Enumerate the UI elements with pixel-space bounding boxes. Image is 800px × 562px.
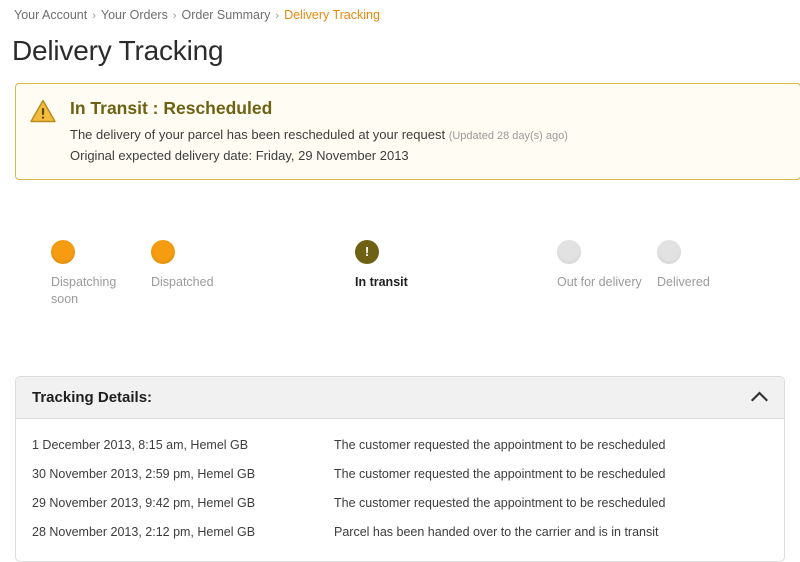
tracking-details-panel: Tracking Details: 1 December 2013, 8:15 … — [15, 376, 785, 562]
tracking-event-description: Parcel has been handed over to the carri… — [334, 525, 659, 539]
breadcrumb-separator: › — [172, 10, 177, 22]
alert-original-date: Original expected delivery date: Friday,… — [70, 148, 409, 163]
tracker-step-marker-current: ! — [355, 240, 379, 264]
tracking-details-header[interactable]: Tracking Details: — [16, 377, 784, 419]
breadcrumb-link-your-orders[interactable]: Your Orders — [101, 8, 168, 22]
tracking-event-date: 30 November 2013, 2:59 pm, Hemel GB — [32, 467, 256, 481]
alert-message-text: The delivery of your parcel has been res… — [70, 127, 446, 142]
table-row: 30 November 2013, 2:59 pm, Hemel GB The c… — [16, 460, 784, 489]
tracking-event-date: 29 November 2013, 9:42 pm, Hemel GB — [32, 496, 256, 510]
tracker-step-label: Out for delivery — [557, 275, 642, 289]
breadcrumb-separator: › — [92, 10, 96, 22]
tracking-event-description: The customer requested the appointment t… — [334, 467, 666, 481]
tracker-step-label: Delivered — [657, 275, 710, 289]
tracking-details-title: Tracking Details: — [32, 389, 153, 406]
status-alert: In Transit : Rescheduled The delivery of… — [15, 83, 800, 180]
tracking-event-date: 28 November 2013, 2:12 pm, Hemel GB — [32, 525, 256, 539]
tracking-event-description: The customer requested the appointment t… — [334, 496, 666, 510]
table-row: 1 December 2013, 8:15 am, Hemel GB The cu… — [16, 431, 784, 460]
tracker-step-marker — [657, 240, 681, 264]
breadcrumb-separator: › — [275, 10, 280, 22]
table-row: 29 November 2013, 9:42 pm, Hemel GB The c… — [16, 489, 784, 518]
alert-message: The delivery of your parcel has been res… — [70, 125, 786, 146]
alert-updated-time: (Updated 28 day(s) ago) — [448, 130, 568, 142]
page-title: Delivery Tracking — [12, 35, 224, 66]
tracker-step-marker — [51, 240, 75, 264]
tracker-step-label: Dispatched — [151, 275, 214, 289]
delivery-progress-tracker: Dispatching soon Dispatched! In transit Out… — [0, 240, 800, 504]
warning-triangle-icon — [30, 97, 60, 128]
tracking-event-description: The customer requested the appointment t… — [334, 438, 666, 452]
table-row: 28 November 2013, 2:12 pm, Hemel GB Parce… — [16, 518, 784, 547]
breadcrumb-link-order-summary[interactable]: Order Summary — [182, 8, 271, 22]
tracker-step-label: In transit — [355, 275, 408, 289]
tracker-step-marker — [557, 240, 581, 264]
chevron-up-icon[interactable] — [750, 390, 769, 405]
alert-title: In Transit : Rescheduled — [70, 98, 273, 118]
tracker-step-label: Dispatching soon — [51, 275, 117, 306]
tracking-details-body: 1 December 2013, 8:15 am, Hemel GB The cu… — [16, 419, 784, 561]
tracker-step-marker — [151, 240, 175, 264]
breadcrumb-link-your-account[interactable]: Your Account — [14, 8, 87, 22]
breadcrumb: Your Account › Your Orders › Order Summary › D… — [0, 0, 800, 24]
breadcrumb-link-delivery-tracking[interactable]: Delivery Tracking — [284, 8, 380, 22]
tracking-event-date: 1 December 2013, 8:15 am, Hemel GB — [32, 438, 249, 452]
